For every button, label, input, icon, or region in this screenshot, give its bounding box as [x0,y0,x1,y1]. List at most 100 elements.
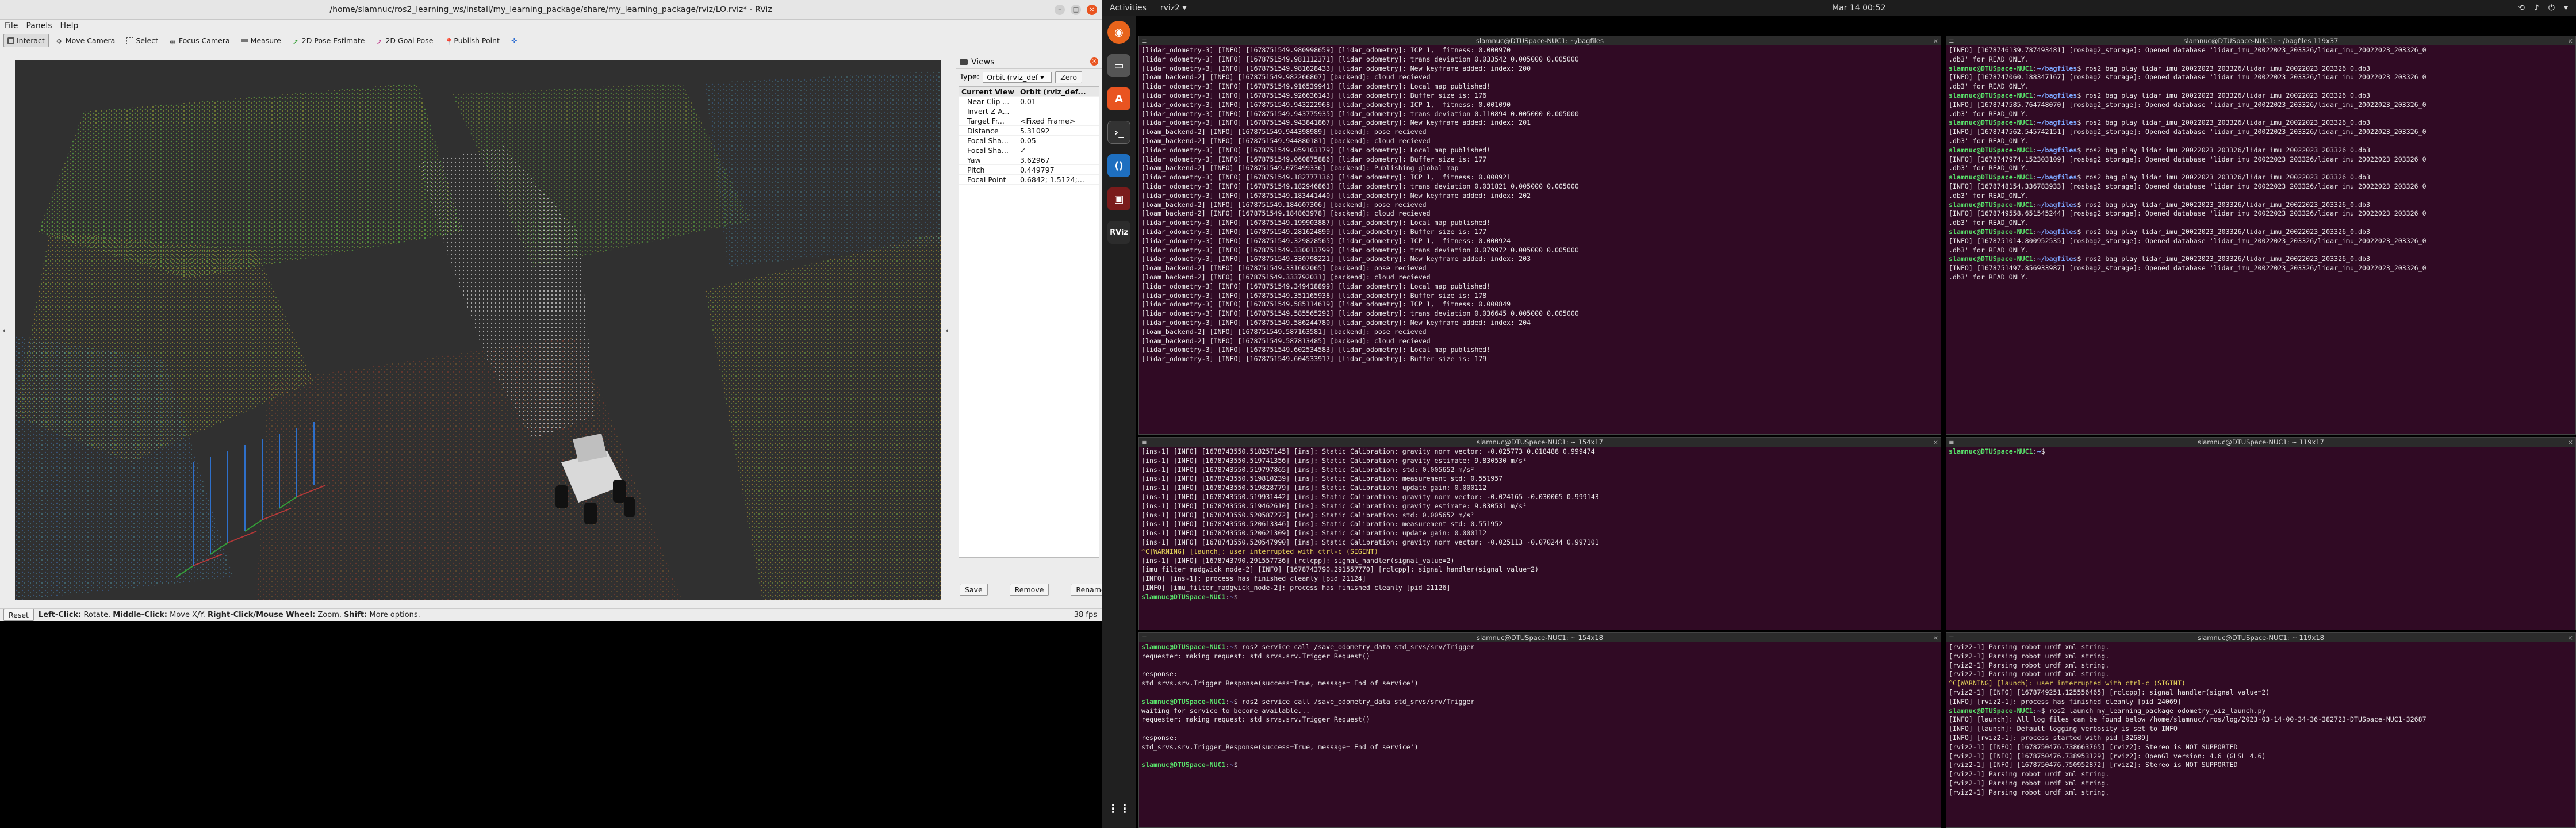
terminal-line: slamnuc@DTUSpace-NUC1:~/bagfiles$ ros2 b… [1949,91,2370,99]
terminal-line: slamnuc@DTUSpace-NUC1:~/bagfiles$ ros2 b… [1949,255,2370,263]
property-row[interactable]: Distance 5.31092 [959,126,1099,136]
terminal-line: [INFO] [1678747585.764748070] [rosbag2_s… [1949,100,2426,109]
property-row[interactable]: Near Clip ... 0.01 [959,97,1099,106]
tool-measure[interactable]: Measure [237,34,285,47]
property-row[interactable]: Current View Orbit (rviz_def... [959,87,1099,97]
terminal-icon[interactable]: ›_ [1107,121,1130,144]
3d-viewport[interactable] [15,60,941,600]
select-icon [126,37,134,44]
rviz-app-icon[interactable]: RViz [1107,221,1130,244]
property-row[interactable]: Focal Point 0.6842; 1.5124;... [959,175,1099,185]
terminal-close-button[interactable]: × [1933,633,1938,642]
view-properties-tree[interactable]: Current View Orbit (rviz_def... Near Clip… [959,86,1099,558]
reset-button[interactable]: Reset [3,609,34,621]
terminal-close-button[interactable]: × [2567,633,2573,642]
views-close-button[interactable]: × [1090,57,1098,66]
terminal-line: [lidar_odometry-3] [INFO] [1678751549.58… [1141,300,1511,309]
left-dock-arrow-icon[interactable]: ◂ [2,328,5,334]
rviz-titlebar[interactable]: /home/slamnuc/ros2_learning_ws/install/m… [0,0,1102,20]
menu-help[interactable]: Help [60,21,79,30]
close-button[interactable]: × [1087,5,1097,15]
tool-2d-pose-estimate[interactable]: ➚ 2D Pose Estimate [289,34,369,47]
software-icon[interactable]: A [1107,87,1130,110]
terminal-line: [ins-1] [INFO] [1678743550.519828779] [i… [1141,484,1487,492]
terminal-service-call[interactable]: ≡ slamnuc@DTUSpace-NUC1: ~ 154x18 × slamnu… [1138,632,1941,828]
system-tray[interactable]: ⟲ ♪ ⏻ ▾ [2518,3,2568,13]
terminal-empty[interactable]: ≡ slamnuc@DTUSpace-NUC1: ~ 119x17 × slamnu… [1946,437,2576,630]
view-type-select[interactable]: Orbit (rviz_def ▾ [983,71,1052,83]
terminal-line: slamnuc@DTUSpace-NUC1:~/bagfiles$ ros2 b… [1949,118,2370,127]
terminal-line: [ins-1] [INFO] [1678743550.519931442] [i… [1141,492,1599,501]
show-apps-icon[interactable]: ⋮⋮ [1107,797,1130,820]
terminal-line: [rviz2-1] Parsing robot urdf xml string. [1949,788,2110,796]
terminal-bagfiles[interactable]: ≡ slamnuc@DTUSpace-NUC1: ~/bagfiles 119x3… [1946,36,2576,435]
terminal-line: [loam_backend-2] [INFO] [1678751549.3316… [1141,264,1427,273]
files-icon[interactable]: ▭ [1107,54,1130,77]
dock: ◉ ▭ A ›_ ⟨⟩ ▣ RViz ⋮⋮ [1102,16,1136,828]
terminal-line: [rviz2-1] Parsing robot urdf xml string. [1949,770,2110,779]
terminal-line: [lidar_odometry-3] [INFO] [1678751549.60… [1141,355,1487,363]
terminal-close-button[interactable]: × [1933,438,1938,447]
terminal-menu-icon[interactable]: ≡ [1141,438,1147,447]
terminal-rviz-launch[interactable]: ≡ slamnuc@DTUSpace-NUC1: ~ 119x18 × [rviz2… [1946,632,2576,828]
add-tool-button[interactable]: ✛ [507,34,521,47]
property-row[interactable]: Focal Sha... 0.05 [959,136,1099,145]
save-button[interactable]: Save [960,584,988,596]
menu-panels[interactable]: Panels [26,21,52,30]
app-menu[interactable]: rviz2 ▾ [1160,3,1187,13]
window-title: /home/slamnuc/ros2_learning_ws/install/m… [329,5,772,14]
tool-interact[interactable]: Interact [3,34,49,47]
tool-2d-goal-pose[interactable]: ➚ 2D Goal Pose [372,34,437,47]
tool-focus-camera[interactable]: ⊕ Focus Camera [166,34,234,47]
terminal-line: [ins-1] [INFO] [1678743550.519810239] [i… [1141,474,1503,483]
terminal-menu-icon[interactable]: ≡ [1949,36,1954,45]
terminal-menu-icon[interactable]: ≡ [1949,438,1954,447]
terminal-line: [lidar_odometry-3] [INFO] [1678751549.91… [1141,82,1491,91]
tool-move-camera[interactable]: ✥ Move Camera [52,34,120,47]
activities-button[interactable]: Activities [1110,3,1147,13]
terminal-line: [loam_backend-2] [INFO] [1678751549.9443… [1141,128,1427,136]
terminal-line: [lidar_odometry-3] [INFO] [1678751549.05… [1141,145,1491,154]
remove-button[interactable]: Remove [1009,584,1049,596]
menu-file[interactable]: File [5,21,18,30]
terminal-line: [lidar_odometry-3] [INFO] [1678751549.94… [1141,100,1511,109]
terminal-menu-icon[interactable]: ≡ [1949,633,1954,642]
terminal-line: [loam_backend-2] [INFO] [1678751549.9448… [1141,136,1431,145]
terminal-odometry[interactable]: ≡ slamnuc@DTUSpace-NUC1: ~/bagfiles × [lid… [1138,36,1941,435]
tool-publish-point[interactable]: 📍 Publish Point [440,34,504,47]
vscode-icon[interactable]: ⟨⟩ [1107,154,1130,177]
property-row[interactable]: Pitch 0.449797 [959,165,1099,175]
terminal-line: [ins-1] [INFO] [1678743550.519797865] [i… [1141,465,1475,474]
minimize-button[interactable]: – [1055,5,1065,15]
maximize-button[interactable]: □ [1071,5,1081,15]
property-row[interactable]: Focal Sha... ✓ [959,145,1099,155]
terminal-line: [loam_backend-2] [INFO] [1678751549.1848… [1141,209,1431,218]
property-row[interactable]: Invert Z A... [959,106,1099,116]
point-cloud-render[interactable] [15,60,941,600]
remove-tool-button[interactable]: — [524,34,540,47]
splitter-arrow-icon[interactable]: ◂ [945,328,948,334]
clock[interactable]: Mar 14 00:52 [1832,3,1885,13]
terminal-line: [lidar_odometry-3] [INFO] [1678751549.92… [1141,91,1487,99]
terminal-output: [lidar_odometry-3] [INFO] [1678751549.98… [1139,45,1941,365]
terminal-menu-icon[interactable]: ≡ [1141,633,1147,642]
terminal-close-button[interactable]: × [1933,36,1938,45]
terminal-line: [INFO] [ins-1]: process has finished cle… [1141,574,1366,583]
rviz-icon[interactable]: ▣ [1107,187,1130,210]
terminal-close-button[interactable]: × [2567,438,2573,447]
firefox-icon[interactable]: ◉ [1107,21,1130,44]
terminal-close-button[interactable]: × [2567,36,2573,45]
tool-select[interactable]: Select [122,34,162,47]
green-arrow-icon: ➚ [292,37,299,46]
zero-button[interactable]: Zero [1055,71,1083,83]
terminal-output: [rviz2-1] Parsing robot urdf xml string.… [1946,642,2575,798]
property-row[interactable]: Yaw 3.62967 [959,155,1099,165]
terminal-line: slamnuc@DTUSpace-NUC1:~$ [1949,447,2049,455]
terminal-ins[interactable]: ≡ slamnuc@DTUSpace-NUC1: ~ 154x17 × [ins-1… [1138,437,1941,630]
property-row[interactable]: Target Fr... <Fixed Frame> [959,116,1099,126]
terminal-line: response: [1141,670,1178,678]
terminal-menu-icon[interactable]: ≡ [1141,36,1147,45]
network-icon: ⟲ [2518,3,2525,13]
